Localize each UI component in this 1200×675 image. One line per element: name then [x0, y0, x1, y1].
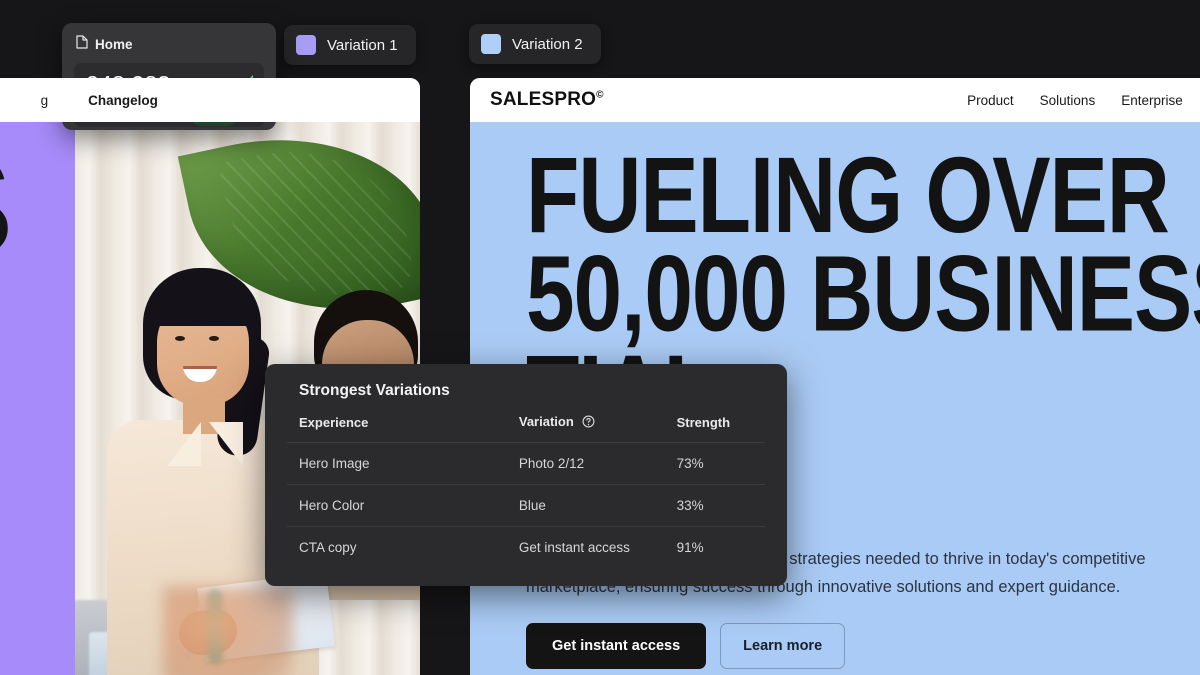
cell-variation: Blue	[506, 484, 665, 527]
column-header-strength: Strength	[676, 415, 731, 430]
variation-2-swatch	[481, 34, 501, 54]
cell-experience: Hero Image	[287, 442, 507, 485]
cell-variation: Get instant access	[506, 526, 665, 568]
table-header-row: Experience Variation Strength	[287, 414, 765, 443]
table-row[interactable]: CTA copy Get instant access 91%	[287, 526, 765, 568]
variation-tab-2[interactable]: Variation 2	[469, 24, 601, 64]
column-header-experience: Experience	[299, 415, 369, 430]
variation-tab-2-label: Variation 2	[512, 35, 583, 53]
nav-link-pricing-partial[interactable]: g	[41, 93, 49, 108]
nav-link-solutions[interactable]: Solutions	[1040, 93, 1096, 108]
document-icon	[76, 35, 88, 54]
cell-experience: CTA copy	[287, 526, 507, 568]
variation-1-nav-links: duct Solu g Changelog	[0, 93, 158, 108]
variation-1-accent-band: S	[0, 122, 75, 675]
home-card-header: Home	[74, 34, 264, 54]
cell-strength: 91%	[664, 526, 765, 568]
hero-headline-line-2: 50,000 BUSINESSES	[526, 233, 1200, 354]
column-header-variation: Variation	[507, 414, 665, 443]
salespro-site-nav: SALESPRO© Product Solutions Enterprise P…	[470, 78, 1200, 122]
strongest-variations-panel: Strongest Variations Experience Variatio…	[265, 364, 787, 586]
table-row[interactable]: Hero Image Photo 2/12 73%	[287, 442, 765, 485]
salespro-logo-text: SALESPRO	[490, 89, 597, 110]
nav-link-enterprise[interactable]: Enterprise	[1121, 93, 1183, 108]
variation-1-swatch	[296, 35, 316, 55]
question-circle-icon[interactable]	[582, 415, 595, 431]
table-row[interactable]: Hero Color Blue 33%	[287, 484, 765, 527]
variation-tab-1-label: Variation 1	[327, 36, 398, 54]
learn-more-button[interactable]: Learn more	[720, 623, 846, 670]
hero-cta-group: Get instant access Learn more	[526, 623, 1200, 670]
variation-1-site-nav: duct Solu g Changelog	[0, 78, 420, 122]
screenshot-root: duct Solu g Changelog S	[0, 0, 1200, 675]
column-header-variation-label: Variation	[518, 414, 574, 429]
strongest-variations-table: Experience Variation Strength Hero Image…	[287, 414, 765, 568]
cell-experience: Hero Color	[287, 484, 507, 527]
nav-link-product[interactable]: Product	[967, 93, 1014, 108]
variation-1-hero-text-fragment: S	[0, 131, 15, 281]
photo-foreground-blur	[163, 586, 293, 675]
nav-link-changelog[interactable]: Changelog	[88, 93, 158, 108]
copyright-mark: ©	[596, 89, 604, 101]
variation-tab-1[interactable]: Variation 1	[284, 25, 416, 65]
nav-link-solutions-partial[interactable]: Solu	[0, 93, 1, 108]
cell-strength: 73%	[664, 442, 765, 485]
cell-variation: Photo 2/12	[506, 442, 665, 485]
salespro-nav-links: Product Solutions Enterprise Pricing	[967, 93, 1200, 108]
home-card-title: Home	[95, 37, 133, 52]
strongest-variations-title: Strongest Variations	[299, 382, 450, 399]
get-instant-access-button[interactable]: Get instant access	[526, 623, 707, 670]
hero-headline-line-1: FUELING OVER	[526, 134, 1170, 255]
salespro-logo[interactable]: SALESPRO©	[490, 89, 604, 111]
cell-strength: 33%	[664, 484, 765, 527]
